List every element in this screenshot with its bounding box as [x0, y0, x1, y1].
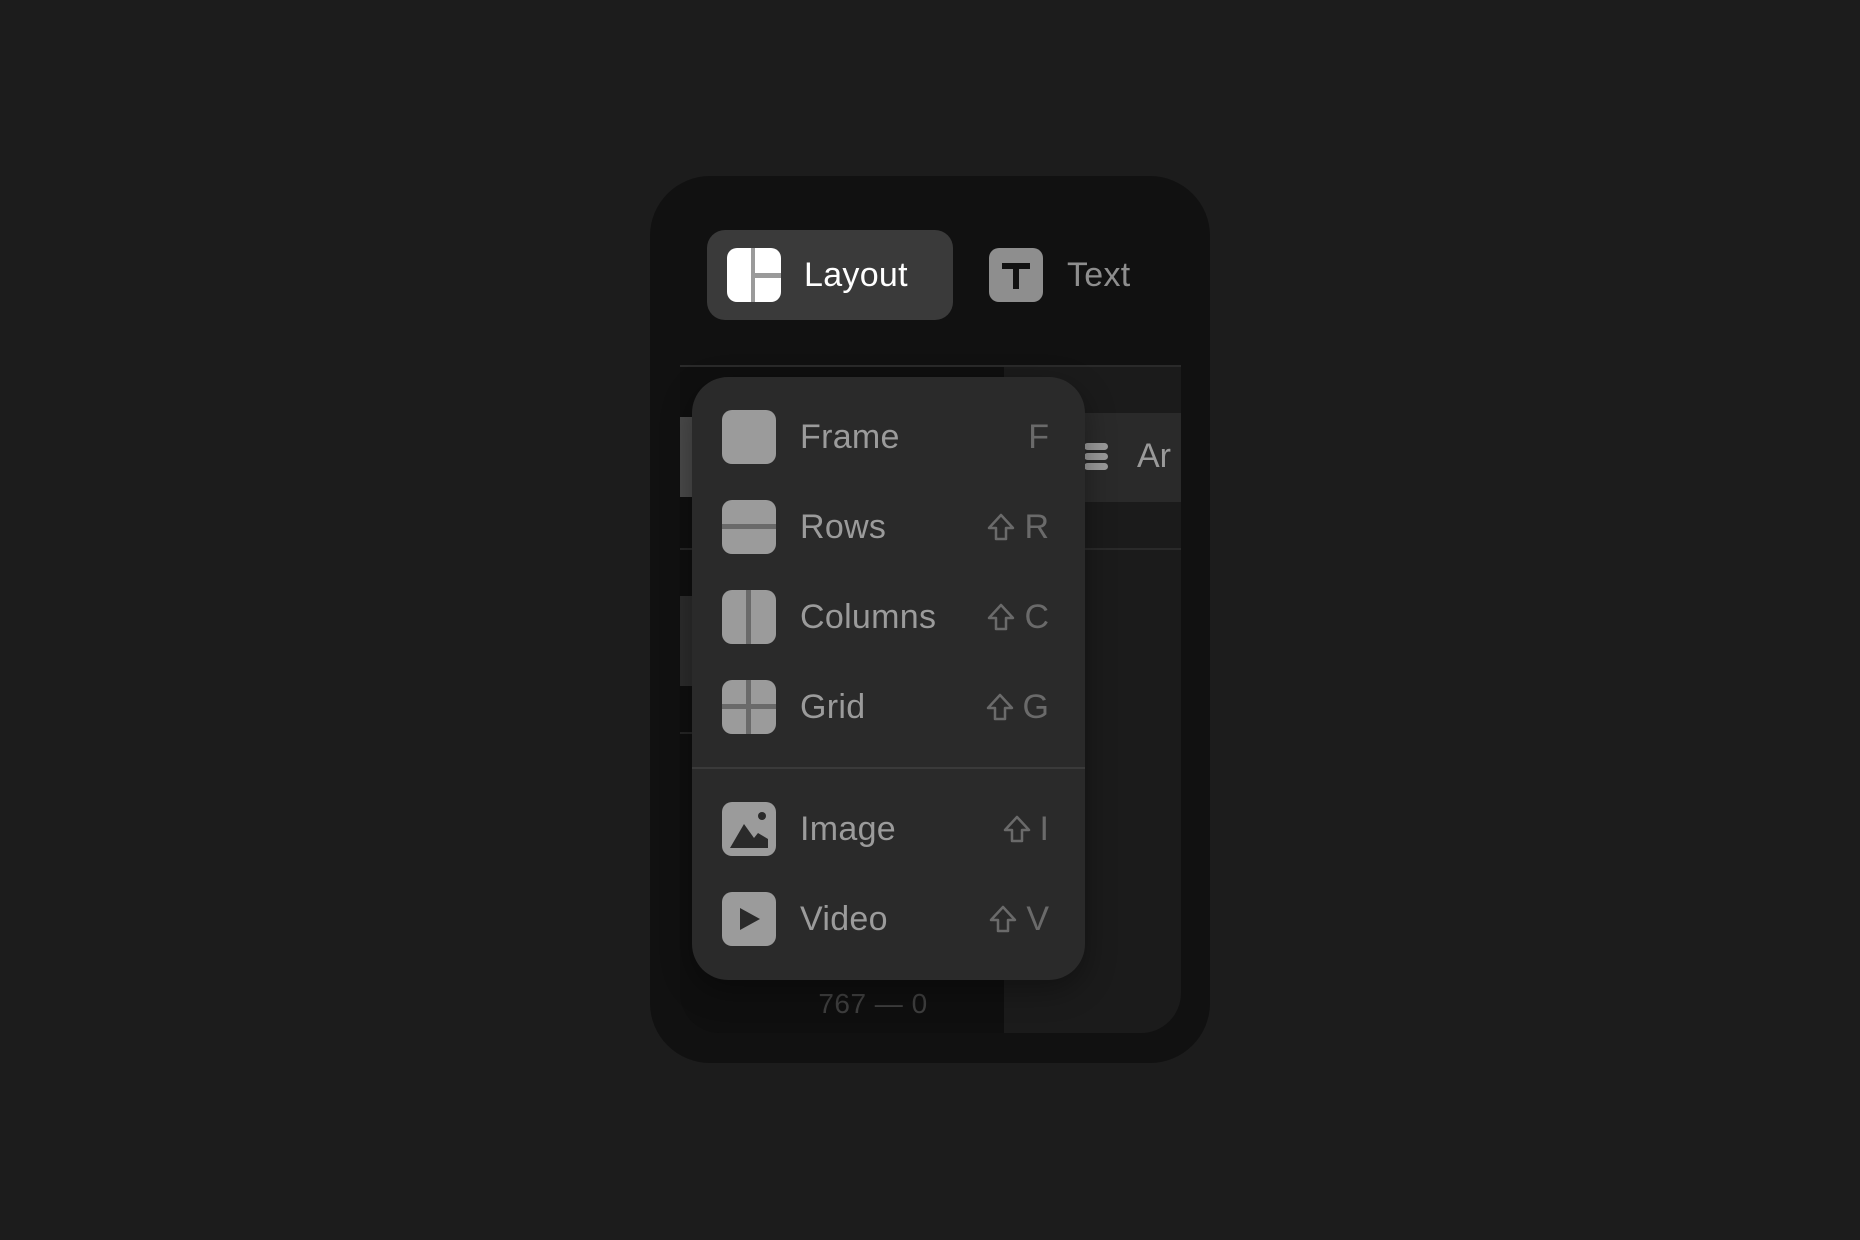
menu-item-label: Rows — [800, 507, 887, 546]
image-icon — [722, 802, 776, 856]
right-column-item-label: Ar — [1137, 437, 1171, 475]
shortcut: I — [1002, 810, 1049, 849]
shortcut: R — [986, 508, 1049, 547]
shortcut-key: G — [1022, 687, 1049, 726]
shortcut-key: C — [1024, 597, 1049, 636]
menu-item-label: Columns — [800, 597, 937, 636]
layout-icon — [727, 248, 781, 302]
toolbar-text-button[interactable]: Text — [982, 230, 1182, 320]
menu-item-rows[interactable]: Rows R — [692, 487, 1085, 567]
shift-icon — [988, 603, 1015, 631]
shift-icon — [986, 693, 1013, 721]
shortcut: V — [988, 900, 1049, 939]
rows-icon — [722, 500, 776, 554]
video-icon — [722, 892, 776, 946]
menu-item-label: Frame — [800, 417, 900, 456]
grid-icon — [722, 680, 776, 734]
toolbar-text-label: Text — [1067, 255, 1131, 294]
menu-separator — [692, 767, 1085, 769]
toolbar-layout-button[interactable]: Layout — [707, 230, 953, 320]
size-readout: 767 — 0 — [818, 988, 928, 1019]
database-icon — [1084, 443, 1108, 473]
menu-item-columns[interactable]: Columns C — [692, 577, 1085, 657]
shift-icon — [990, 905, 1017, 933]
shortcut: G — [985, 688, 1049, 727]
menu-item-label: Video — [800, 899, 888, 938]
layout-dropdown-menu: Frame F Rows R Columns C Grid G Image I … — [692, 377, 1085, 980]
shift-icon — [1003, 815, 1030, 843]
stage: Layout Text Ar 767 — 0 Frame F Rows R Co… — [0, 0, 1860, 1240]
menu-item-video[interactable]: Video V — [692, 879, 1085, 959]
text-icon — [989, 248, 1043, 302]
menu-item-label: Grid — [800, 687, 866, 726]
shortcut: C — [986, 598, 1049, 637]
shortcut-key: R — [1024, 507, 1049, 546]
menu-item-frame[interactable]: Frame F — [692, 397, 1085, 477]
columns-icon — [722, 590, 776, 644]
shortcut-key: F — [1028, 417, 1049, 456]
shortcut: F — [1028, 418, 1049, 457]
toolbar-layout-label: Layout — [804, 255, 908, 294]
frame-icon — [722, 410, 776, 464]
shortcut-key: V — [1026, 899, 1049, 938]
shift-icon — [988, 513, 1015, 541]
menu-item-grid[interactable]: Grid G — [692, 667, 1085, 747]
menu-item-label: Image — [800, 809, 896, 848]
menu-item-image[interactable]: Image I — [692, 789, 1085, 869]
shortcut-key: I — [1039, 809, 1049, 848]
